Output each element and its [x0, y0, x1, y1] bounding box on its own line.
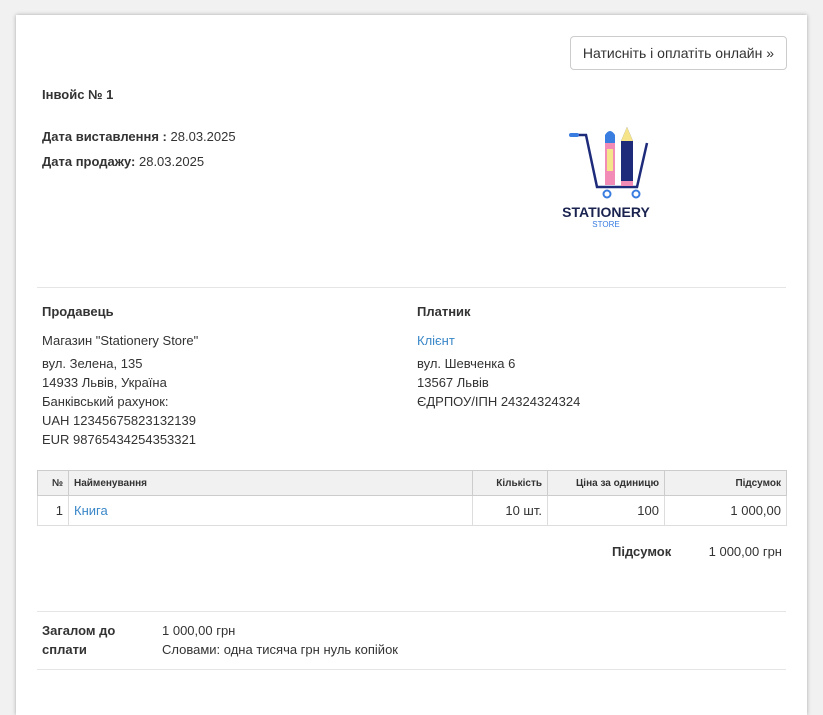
payer-tax: ЄДРПОУ/ІПН 24324324324 — [417, 394, 581, 409]
seller-bank-label: Банківський рахунок: — [42, 394, 169, 409]
col-number: № — [37, 470, 69, 496]
row-number: 1 — [37, 495, 69, 526]
seller-heading: Продавець — [42, 304, 114, 319]
payer-link[interactable]: Клієнт — [417, 333, 455, 348]
logo-sub: STORE — [592, 220, 620, 229]
col-qty: Кількість — [472, 470, 548, 496]
seller-uah: UAH 12345675823132139 — [42, 413, 196, 428]
col-total: Підсумок — [664, 470, 787, 496]
seller-block: Продавець Магазин "Stationery Store" вул… — [42, 302, 198, 449]
seller-name: Магазин "Stationery Store" — [42, 333, 199, 348]
payer-city: 13567 Львів — [417, 375, 489, 390]
col-name: Найменування — [68, 470, 473, 496]
store-logo: STATIONERY STORE — [546, 125, 666, 229]
pay-online-button[interactable]: Натисніть і оплатіть онлайн » — [569, 36, 787, 70]
payer-street: вул. Шевченка 6 — [417, 356, 516, 371]
sale-label: Дата продажу: — [42, 154, 136, 169]
grand-total-value: 1 000,00 грн — [162, 623, 236, 638]
col-price: Ціна за одиницю — [547, 470, 665, 496]
amount-in-words: Словами: одна тисяча грн нуль копійок — [162, 642, 398, 657]
cart-pencils-icon — [569, 127, 649, 199]
logo-name: STATIONERY — [562, 204, 650, 220]
seller-eur: EUR 98765434254353321 — [42, 432, 196, 447]
issue-date: 28.03.2025 — [170, 129, 236, 144]
sale-date: 28.03.2025 — [138, 154, 205, 169]
row-price: 100 — [547, 495, 665, 526]
invoice-title: Інвойс № 1 — [42, 87, 114, 102]
item-link[interactable]: Книга — [74, 503, 108, 518]
invoice-card: Натисніть і оплатіть онлайн » Інвойс № 1… — [16, 15, 807, 715]
table-row: 1 Книга 10 шт. 100 1 000,00 — [37, 495, 787, 526]
subtotal-value: 1 000,00 грн — [708, 544, 782, 559]
seller-street: вул. Зелена, 135 — [42, 356, 143, 371]
issue-label: Дата виставлення : — [42, 129, 167, 144]
payer-heading: Платник — [417, 304, 471, 319]
items-table: № Найменування Кількість Ціна за одиницю… — [37, 470, 787, 526]
seller-city: 14933 Львів, Україна — [42, 375, 167, 390]
payer-block: Платник Клієнт вул. Шевченка 6 13567 Льв… — [417, 302, 580, 411]
row-total: 1 000,00 — [664, 495, 787, 526]
grand-total-label: Загалом до сплати — [42, 623, 116, 657]
row-qty: 10 шт. — [472, 495, 548, 526]
subtotal-label: Підсумок — [612, 544, 672, 559]
